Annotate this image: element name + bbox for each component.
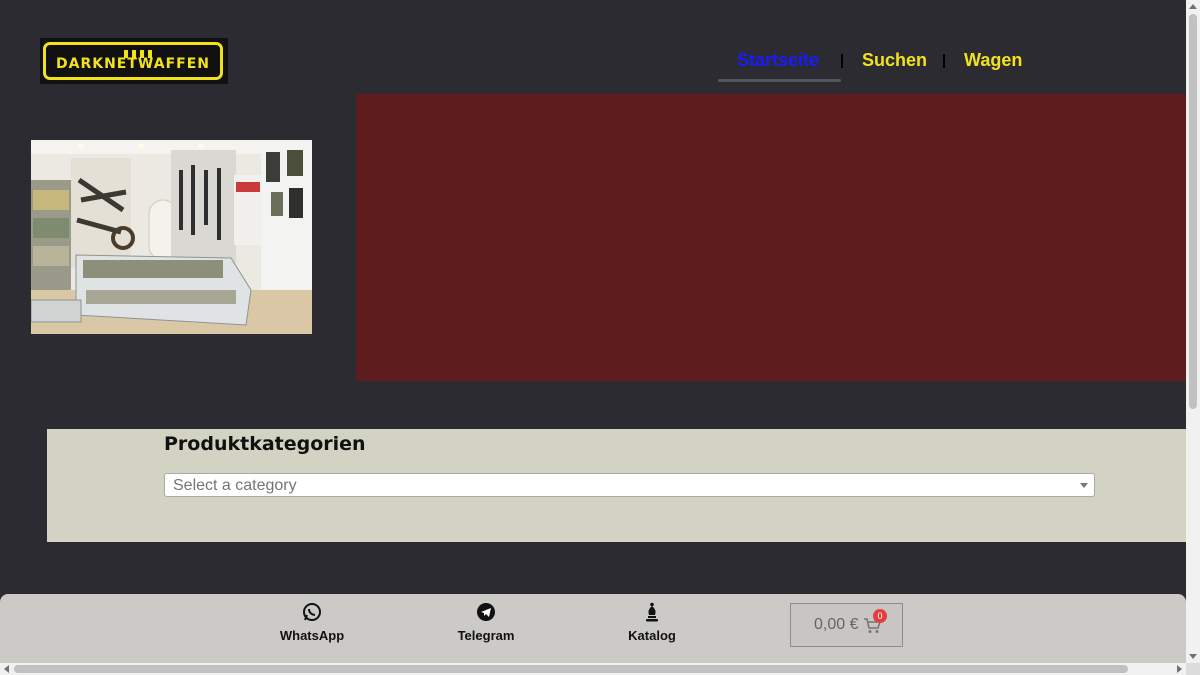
whatsapp-button[interactable]: WhatsApp — [267, 602, 357, 643]
nav-suchen[interactable]: Suchen — [862, 50, 927, 71]
mini-cart-button[interactable]: 0,00 € 0 — [790, 603, 903, 647]
telegram-icon — [477, 603, 495, 621]
cart-count-badge: 0 — [873, 609, 887, 623]
bottom-contact-bar: WhatsApp Telegram Katalog 0,00 € 0 — [0, 594, 1186, 664]
nav-startseite[interactable]: Startseite — [737, 50, 819, 71]
site-logo[interactable]: DARKNETWAFFEN — [40, 38, 228, 84]
cart-total: 0,00 € — [814, 616, 859, 633]
telegram-label: Telegram — [457, 628, 515, 643]
horizontal-scrollbar[interactable] — [0, 663, 1186, 675]
hero-banner — [356, 94, 1186, 381]
logo-text: DARKNETWAFFEN — [56, 56, 210, 72]
nav-wagen[interactable]: Wagen — [964, 50, 1022, 71]
vertical-scrollbar[interactable] — [1186, 0, 1200, 663]
scroll-left-arrow-icon[interactable] — [4, 665, 9, 673]
katalog-button[interactable]: Katalog — [607, 602, 697, 643]
shop-interior-illustration — [31, 140, 312, 334]
chess-bishop-icon — [646, 602, 658, 622]
product-categories-widget: Produktkategorien Select a category — [47, 429, 1186, 542]
nav-active-indicator — [718, 79, 841, 82]
katalog-label: Katalog — [628, 628, 676, 643]
category-select[interactable]: Select a category — [164, 473, 1095, 497]
telegram-button[interactable]: Telegram — [441, 602, 531, 643]
scroll-up-arrow-icon[interactable] — [1189, 4, 1197, 9]
nav-separator — [841, 54, 843, 68]
horizontal-scroll-thumb[interactable] — [14, 665, 1128, 673]
whatsapp-label: WhatsApp — [279, 628, 345, 643]
shop-interior-image — [31, 140, 312, 334]
dropdown-arrow-icon — [1080, 483, 1088, 488]
logo-frame: DARKNETWAFFEN — [43, 42, 223, 80]
scrollbar-corner — [1186, 663, 1200, 675]
category-select-placeholder: Select a category — [173, 477, 297, 494]
vertical-scroll-thumb[interactable] — [1189, 14, 1197, 409]
nav-separator — [943, 54, 945, 68]
scroll-down-arrow-icon[interactable] — [1189, 654, 1197, 659]
whatsapp-icon — [303, 603, 321, 621]
scroll-right-arrow-icon[interactable] — [1177, 665, 1182, 673]
product-categories-title: Produktkategorien — [164, 433, 366, 455]
